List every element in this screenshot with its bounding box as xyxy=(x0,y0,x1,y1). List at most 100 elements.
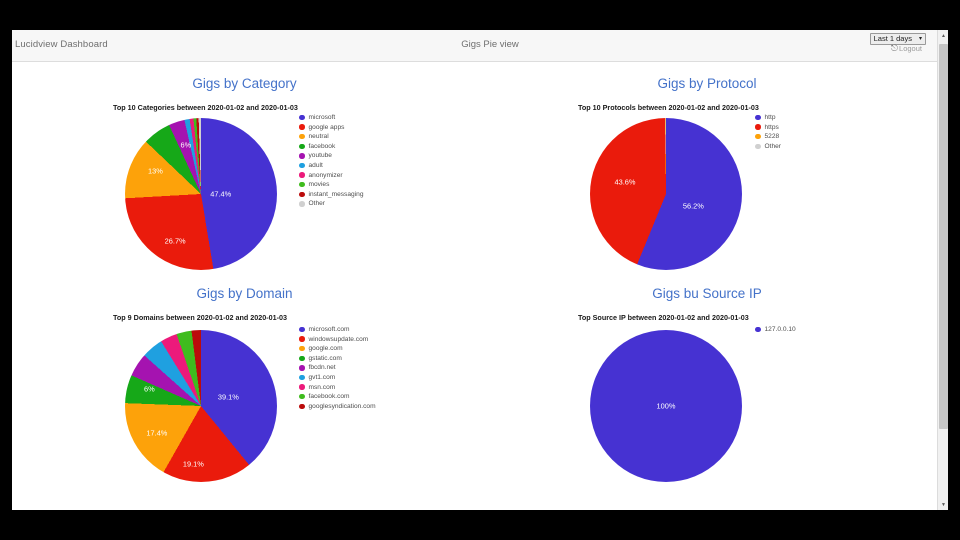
pie-chart-gigs-by-protocol[interactable]: 56.2% 43.6% xyxy=(590,118,742,270)
legend-item-label: msn.com xyxy=(308,383,336,391)
legend-color-swatch-icon xyxy=(299,133,305,140)
pie-chart-gigs-by-category[interactable]: 47.4% 26.7% 13% 6% xyxy=(125,118,277,270)
scroll-down-icon[interactable]: ▼ xyxy=(938,499,948,510)
pie-slices[interactable] xyxy=(590,118,742,270)
legend-color-swatch-icon xyxy=(299,336,305,342)
legend-item[interactable]: google.com xyxy=(299,345,376,352)
legend-item[interactable]: movies xyxy=(299,181,363,188)
legend-item[interactable]: gvt1.com xyxy=(299,374,376,381)
legend-item[interactable]: Other xyxy=(755,143,781,150)
legend-color-swatch-icon xyxy=(299,374,305,381)
legend-color-swatch-icon xyxy=(299,365,305,371)
legend-item[interactable]: facebook.com xyxy=(299,393,376,400)
app-viewport: Lucidview Dashboard Gigs Pie view Last 1… xyxy=(12,30,948,510)
page-title: Gigs Pie view xyxy=(461,39,519,50)
legend-color-swatch-icon xyxy=(299,162,305,169)
legend-color-swatch-icon xyxy=(299,345,305,352)
top-bar: Lucidview Dashboard Gigs Pie view Last 1… xyxy=(12,30,948,62)
legend-item-label: microsoft xyxy=(308,114,336,121)
legend-color-swatch-icon xyxy=(299,355,305,362)
legend-item-label: youtube xyxy=(308,152,332,160)
legend-item-label: movies xyxy=(308,181,330,189)
legend-color-swatch-icon xyxy=(755,326,761,333)
legend-item-label: Other xyxy=(308,200,326,208)
pie-slices[interactable] xyxy=(590,330,742,482)
legend-item-label: adult xyxy=(308,161,323,169)
legend-item-label: instant_messaging xyxy=(308,190,364,198)
legend-item[interactable]: microsoft.com xyxy=(299,326,376,333)
legend-item[interactable]: 5228 xyxy=(755,133,781,140)
legend-item-label: Other xyxy=(764,142,782,150)
legend-item[interactable]: facebook xyxy=(299,143,363,150)
legend-color-swatch-icon xyxy=(755,133,761,140)
legend-gigs-by-protocol: http https 5228 Other xyxy=(755,114,781,150)
legend-item[interactable]: anonymizer xyxy=(299,172,363,179)
scroll-up-icon[interactable]: ▲ xyxy=(938,30,948,41)
legend-item-label: google apps xyxy=(308,123,345,131)
legend-item-label: windowsupdate.com xyxy=(308,335,369,343)
logout-button[interactable]: ⎋ Logout xyxy=(890,43,922,54)
legend-item-label: anonymizer xyxy=(308,171,343,179)
legend-color-swatch-icon xyxy=(299,201,305,207)
legend-item-label: http xyxy=(764,114,776,121)
dashboard-grid: Gigs by Category Top 10 Categories betwe… xyxy=(12,62,948,510)
legend-color-swatch-icon xyxy=(299,384,305,390)
pie-slices[interactable] xyxy=(125,330,277,482)
legend-color-swatch-icon xyxy=(299,143,305,150)
legend-color-swatch-icon xyxy=(299,326,305,333)
panel-title-gigs-by-domain: Gigs by Domain xyxy=(196,286,293,301)
figure-gigs-by-source-ip: Top Source IP between 2020-01-02 and 202… xyxy=(477,313,937,494)
legend-item[interactable]: neutral xyxy=(299,133,363,140)
legend-color-swatch-icon xyxy=(299,191,305,197)
logout-label: Logout xyxy=(899,44,922,53)
figure-caption-gigs-by-category: Top 10 Categories between 2020-01-02 and… xyxy=(113,103,298,112)
pie-chart-gigs-by-domain[interactable]: 39.1% 19.1% 17.4% 6% xyxy=(125,330,277,482)
panel-title-gigs-by-protocol: Gigs by Protocol xyxy=(657,76,757,91)
legend-item-label: gvt1.com xyxy=(308,373,336,381)
figure-caption-gigs-by-protocol: Top 10 Protocols between 2020-01-02 and … xyxy=(578,103,759,112)
legend-color-swatch-icon xyxy=(299,181,305,188)
legend-gigs-by-category: microsoft google apps neutral facebook youtu… xyxy=(299,114,363,207)
chevron-down-icon: ▾ xyxy=(918,36,922,42)
vertical-scrollbar[interactable]: ▲ ▼ xyxy=(937,30,948,510)
legend-item[interactable]: microsoft xyxy=(299,114,363,121)
legend-item-label: https xyxy=(764,123,779,131)
legend-item-label: googlesyndication.com xyxy=(308,402,376,410)
legend-item-label: fbcdn.net xyxy=(308,364,336,372)
legend-item[interactable]: youtube xyxy=(299,152,363,159)
legend-color-swatch-icon xyxy=(755,114,761,121)
figure-caption-gigs-by-source-ip: Top Source IP between 2020-01-02 and 202… xyxy=(578,313,749,322)
legend-item[interactable]: fbcdn.net xyxy=(299,364,376,371)
panel-gigs-by-protocol: Gigs by Protocol Top 10 Protocols betwee… xyxy=(477,76,937,290)
panel-title-gigs-by-category: Gigs by Category xyxy=(192,76,297,91)
pie-chart-gigs-by-source-ip[interactable]: 100% xyxy=(590,330,742,482)
legend-item[interactable]: http xyxy=(755,114,781,121)
legend-item[interactable]: gstatic.com xyxy=(299,355,376,362)
legend-item[interactable]: instant_messaging xyxy=(299,191,363,198)
figure-body-gigs-by-protocol: 56.2% 43.6% http https 5228 Other xyxy=(477,114,937,274)
legend-color-swatch-icon xyxy=(299,403,305,409)
panel-gigs-by-domain: Gigs by Domain Top 9 Domains between 202… xyxy=(12,286,477,510)
figure-gigs-by-domain: Top 9 Domains between 2020-01-02 and 202… xyxy=(12,313,477,494)
legend-item[interactable]: https xyxy=(755,124,781,131)
legend-item[interactable]: googlesyndication.com xyxy=(299,403,376,410)
legend-color-swatch-icon xyxy=(755,124,761,130)
figure-body-gigs-by-source-ip: 100% 127.0.0.10 xyxy=(477,324,937,494)
legend-item[interactable]: 127.0.0.10 xyxy=(755,326,796,333)
legend-gigs-by-domain: microsoft.com windowsupdate.com google.com… xyxy=(299,326,376,410)
pie-slices[interactable] xyxy=(125,118,277,270)
legend-item[interactable]: Other xyxy=(299,200,363,207)
legend-color-swatch-icon xyxy=(299,172,305,178)
legend-item[interactable]: msn.com xyxy=(299,384,376,391)
logout-icon: ⎋ xyxy=(890,43,899,53)
legend-item[interactable]: adult xyxy=(299,162,363,169)
scrollbar-thumb[interactable] xyxy=(939,44,948,429)
legend-item-label: 5228 xyxy=(764,133,780,141)
figure-body-gigs-by-domain: 39.1% 19.1% 17.4% 6% microsoft.com windowsup… xyxy=(12,324,477,494)
legend-gigs-by-source-ip: 127.0.0.10 xyxy=(755,326,796,333)
legend-item[interactable]: windowsupdate.com xyxy=(299,336,376,343)
legend-item-label: facebook xyxy=(308,142,336,150)
figure-body-gigs-by-category: 47.4% 26.7% 13% 6% microsoft google apps neut… xyxy=(12,114,477,274)
legend-item-label: microsoft.com xyxy=(308,326,350,333)
legend-item[interactable]: google apps xyxy=(299,124,363,131)
